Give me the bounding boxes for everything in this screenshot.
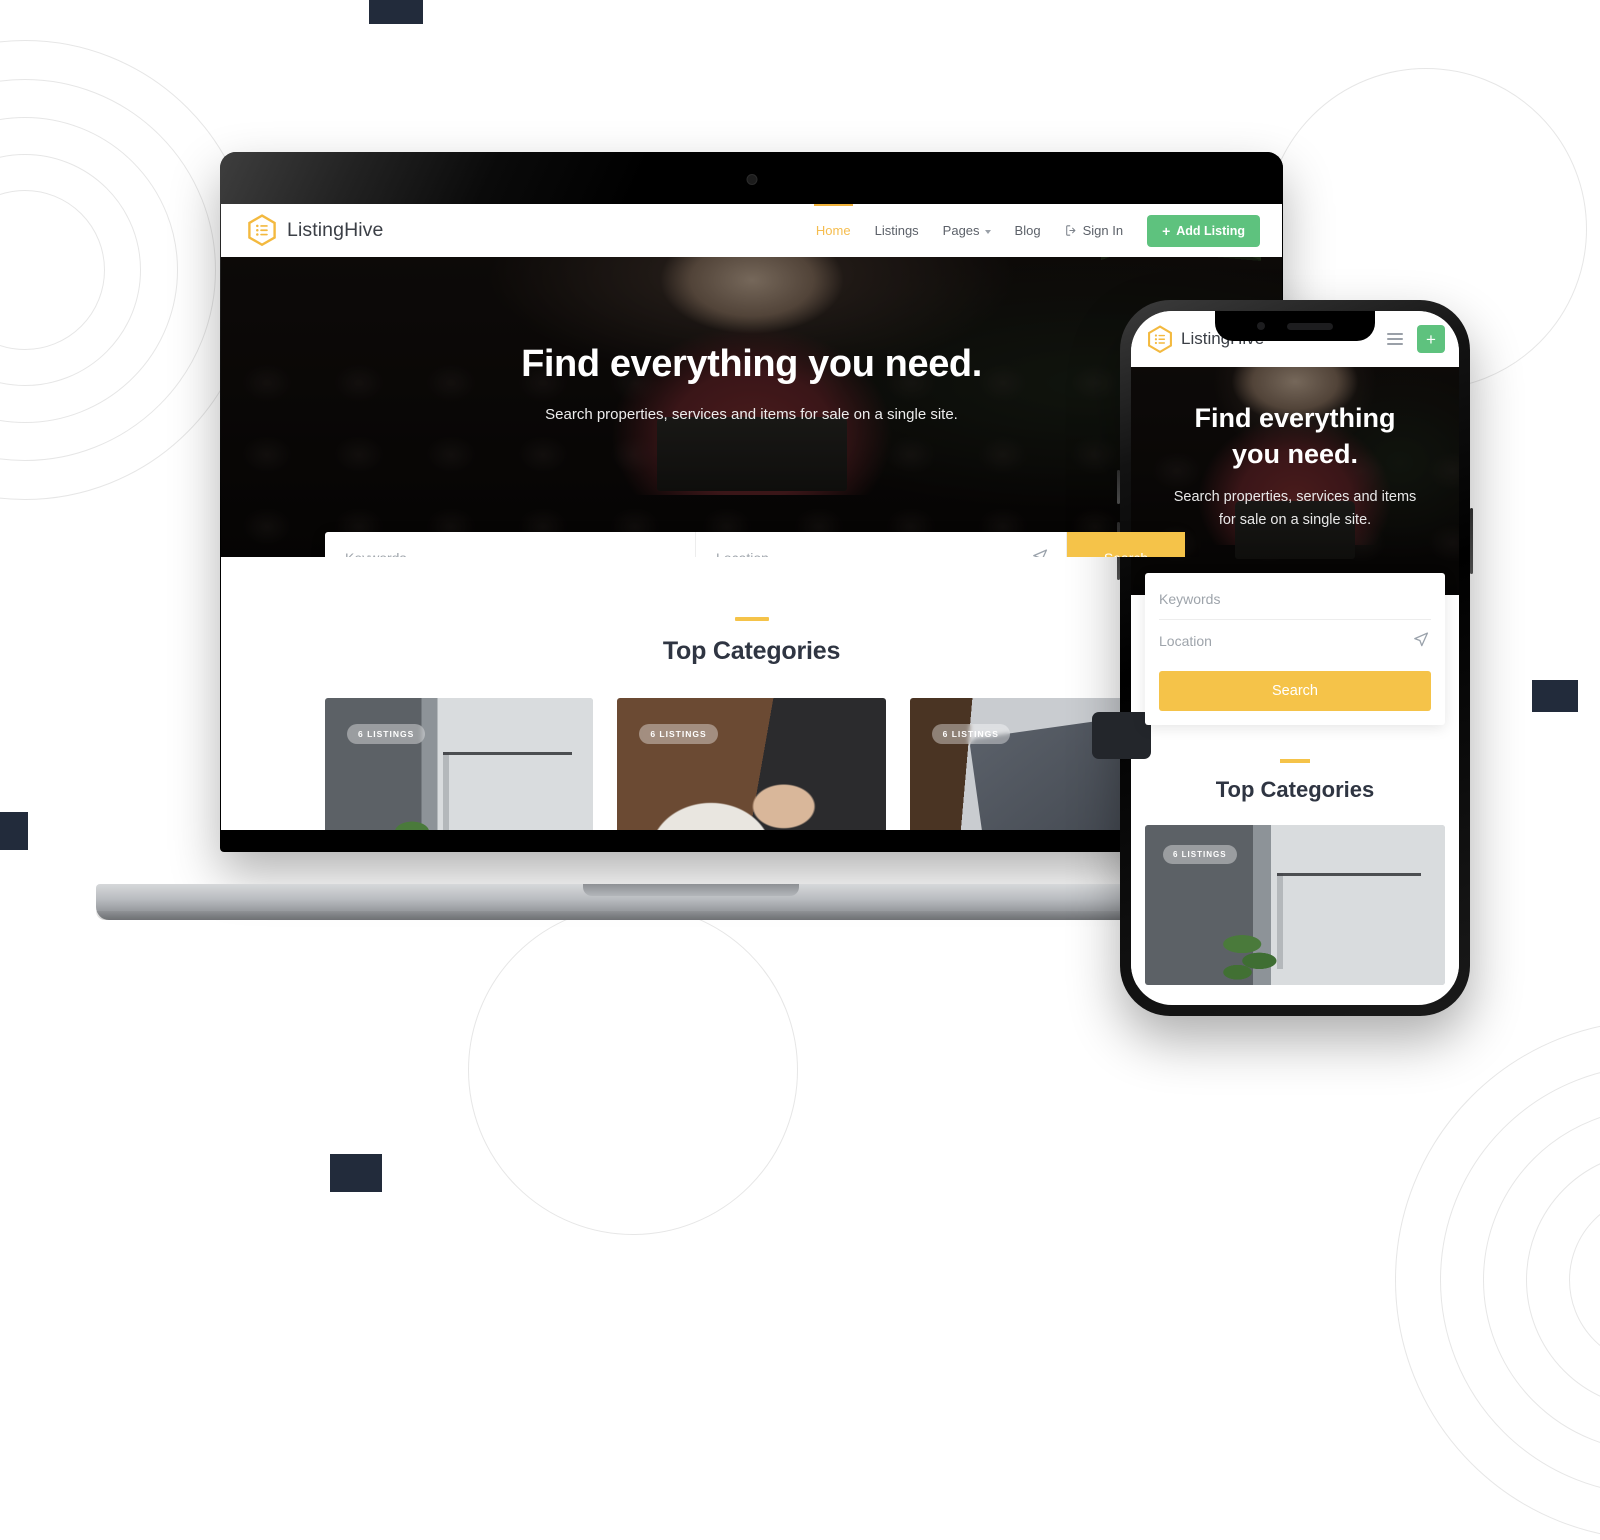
sign-in-icon xyxy=(1065,225,1076,236)
phone-notch xyxy=(1215,311,1375,341)
laptop-bezel xyxy=(220,152,1283,204)
hero-subtitle: Search properties, services and items fo… xyxy=(545,406,958,423)
decorative-square-bottom xyxy=(330,1154,382,1192)
location-input[interactable]: Location xyxy=(696,532,1067,557)
plus-icon: + xyxy=(1162,222,1171,239)
nav-item-blog-label: Blog xyxy=(1014,223,1041,238)
mobile-location-placeholder: Location xyxy=(1159,632,1212,649)
search-button[interactable]: Search xyxy=(1067,532,1185,557)
location-placeholder: Location xyxy=(716,550,769,558)
brand-name: ListingHive xyxy=(287,219,384,241)
mobile-location-input[interactable]: Location xyxy=(1159,620,1431,661)
hexagon-list-icon xyxy=(248,214,276,247)
decorative-rings-bottom-right xyxy=(1395,1020,1600,1540)
mobile-header-actions: + xyxy=(1387,325,1445,353)
phone-body: ListingHive + Find everything you need. … xyxy=(1117,300,1473,1016)
plus-icon: + xyxy=(1426,329,1436,349)
add-listing-label: Add Listing xyxy=(1176,223,1245,238)
mobile-hero-content: Find everything you need. Search propert… xyxy=(1131,367,1459,531)
mobile-search-button[interactable]: Search xyxy=(1159,671,1431,711)
phone-power-button xyxy=(1470,508,1473,574)
phone-mockup: ListingHive + Find everything you need. … xyxy=(1117,300,1473,1016)
listing-count-badge: 6 LISTINGS xyxy=(931,723,1010,744)
chevron-down-icon xyxy=(984,229,991,234)
mobile-hero-title: Find everything you need. xyxy=(1153,401,1437,472)
category-image xyxy=(617,697,886,830)
nav-item-blog[interactable]: Blog xyxy=(1015,223,1041,238)
laptop-mockup: ListingHive Home Listings Pages Blog Sig… xyxy=(96,152,1286,920)
decorative-ring-bottom-left xyxy=(468,905,798,1235)
keywords-placeholder: Keywords xyxy=(345,550,406,558)
mobile-top-categories-heading: Top Categories xyxy=(1215,776,1375,802)
nav-item-sign-in[interactable]: Sign In xyxy=(1065,223,1123,238)
mobile-section-divider-dash xyxy=(1280,759,1310,763)
mobile-hero-subtitle-line2: for sale on a single site. xyxy=(1218,511,1372,528)
decorative-square-right xyxy=(1532,680,1578,712)
decorative-square-top xyxy=(369,0,423,24)
location-arrow-icon[interactable] xyxy=(1413,631,1429,650)
hexagon-list-icon xyxy=(1148,324,1172,353)
earpiece-speaker xyxy=(1287,322,1333,330)
mobile-hero-title-line1: Find everything xyxy=(1194,403,1396,433)
laptop-webcam-icon xyxy=(746,174,757,185)
mobile-add-listing-button[interactable]: + xyxy=(1417,325,1445,353)
keywords-input[interactable]: Keywords xyxy=(325,532,696,557)
category-card[interactable]: 6 LISTINGS xyxy=(617,697,886,830)
nav-item-pages[interactable]: Pages xyxy=(943,223,991,238)
phone-mute-switch xyxy=(1117,470,1120,504)
listing-count-badge: 6 LISTINGS xyxy=(639,723,718,744)
brand-logo[interactable]: ListingHive xyxy=(247,214,383,247)
mobile-hero-section: Find everything you need. Search propert… xyxy=(1131,367,1459,595)
main-navigation: Home Listings Pages Blog Sign In + Add L… xyxy=(813,204,1260,247)
mobile-listing-count-badge: 6 LISTINGS xyxy=(1163,844,1237,864)
mobile-keywords-placeholder: Keywords xyxy=(1159,591,1221,607)
laptop-base xyxy=(96,884,1286,920)
nav-item-listings-label: Listings xyxy=(874,223,919,238)
nav-item-home-label: Home xyxy=(815,223,851,238)
nav-item-pages-label: Pages xyxy=(942,223,980,238)
listing-count-badge: 6 LISTINGS xyxy=(347,723,426,744)
site-header: ListingHive Home Listings Pages Blog Sig… xyxy=(221,204,1282,257)
search-button-label: Search xyxy=(1104,550,1148,558)
mobile-hero-subtitle: Search properties, services and items fo… xyxy=(1153,486,1437,531)
hero-search-bar: Keywords Location Search xyxy=(325,532,1185,557)
mobile-category-card[interactable]: 6 LISTINGS xyxy=(1145,824,1445,985)
hero-title: Find everything you need. xyxy=(521,343,982,385)
mobile-hero-subtitle-line1: Search properties, services and items xyxy=(1173,489,1417,506)
nav-item-listings[interactable]: Listings xyxy=(875,223,919,238)
nav-item-sign-in-label: Sign In xyxy=(1082,223,1124,238)
add-listing-button[interactable]: + Add Listing xyxy=(1147,214,1260,247)
hamburger-menu-icon[interactable] xyxy=(1387,332,1403,346)
location-arrow-icon[interactable] xyxy=(1032,548,1048,557)
category-image xyxy=(325,697,594,830)
decorative-square-left xyxy=(0,812,28,850)
phone-screen: ListingHive + Find everything you need. … xyxy=(1131,311,1459,1005)
front-camera-icon xyxy=(1257,322,1265,330)
mobile-search-form: Keywords Location Search xyxy=(1145,573,1445,725)
mobile-search-button-label: Search xyxy=(1272,683,1318,699)
mobile-top-categories-section: Top Categories 6 LISTINGS xyxy=(1131,725,1459,985)
mobile-keywords-input[interactable]: Keywords xyxy=(1159,579,1431,620)
category-card[interactable]: 6 LISTINGS xyxy=(325,697,594,830)
mobile-hero-title-line2: you need. xyxy=(1231,438,1359,469)
nav-item-home[interactable]: Home xyxy=(813,204,853,238)
hero-content: Find everything you need. Search propert… xyxy=(221,257,1282,423)
section-divider-dash xyxy=(734,617,769,621)
